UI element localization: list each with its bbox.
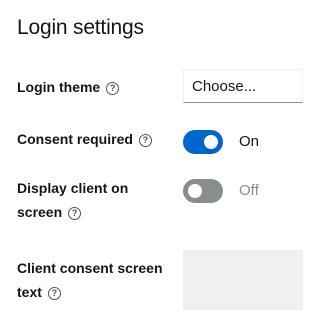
consent-required-state: On — [239, 133, 260, 150]
consent-text-textarea[interactable] — [183, 250, 303, 310]
consent-required-toggle[interactable] — [183, 130, 223, 154]
display-client-label: screen? — [17, 200, 82, 224]
consent-text-label-line1: Client consent screen — [17, 260, 163, 276]
help-icon[interactable]: ? — [68, 207, 82, 220]
toggle-knob — [188, 184, 202, 198]
login-theme-label: Login theme? — [17, 75, 120, 99]
display-client-state: Off — [239, 182, 259, 199]
login-theme-select-value: Choose... — [192, 78, 257, 95]
help-icon[interactable]: ? — [47, 287, 61, 300]
toggle-knob — [204, 135, 218, 149]
help-icon[interactable]: ? — [138, 134, 152, 147]
display-client-label-line2: screen — [17, 204, 63, 220]
consent-text-label: text? — [17, 280, 61, 304]
consent-text-label-line2: text — [17, 284, 42, 300]
consent-required-label: Consent required? — [17, 127, 152, 151]
login-theme-label-text: Login theme — [17, 79, 101, 95]
section-title: Login settings — [17, 16, 144, 39]
consent-required-label-text: Consent required — [17, 131, 133, 147]
display-client-toggle[interactable] — [183, 179, 223, 203]
display-client-label-line1: Display client on — [17, 180, 129, 196]
help-icon[interactable]: ? — [106, 82, 120, 95]
login-theme-select[interactable]: Choose... — [183, 69, 303, 103]
